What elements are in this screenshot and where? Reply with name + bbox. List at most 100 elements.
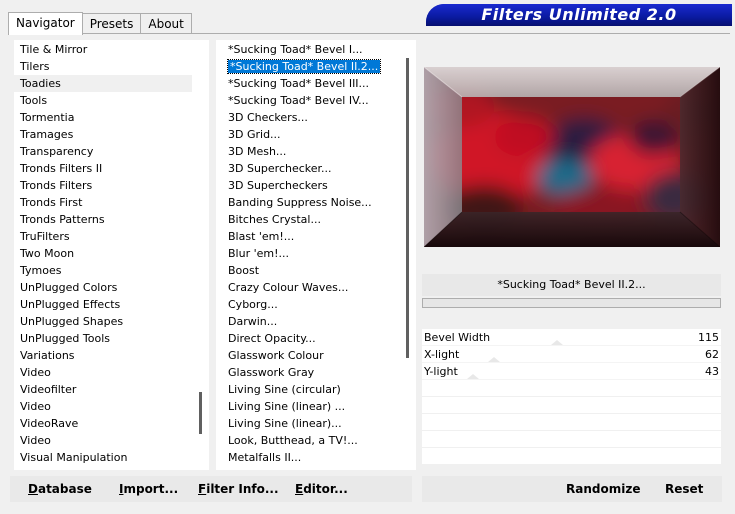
filter-item-label: 3D Superchecker... [228,162,332,175]
category-item[interactable]: Tile & Mirror [14,41,192,58]
category-item[interactable]: Videofilter [14,381,192,398]
category-item[interactable]: UnPlugged Shapes [14,313,192,330]
randomize-button[interactable]: Randomize [566,476,640,502]
filter-item[interactable]: Metalfalls II... [222,449,399,466]
category-item[interactable]: Tymoes [14,262,192,279]
filter-scrollbar[interactable] [399,40,416,470]
filter-scroll-thumb[interactable] [406,58,409,358]
param-slider-mark[interactable] [550,340,563,345]
param-slider-mark[interactable] [466,374,479,379]
filter-item-label: Glasswork Colour [228,349,324,362]
filter-item-label: Glasswork Gray [228,366,315,379]
param-value: 62 [705,348,719,361]
filter-item[interactable]: *Sucking Toad* Bevel II.2... [222,58,399,75]
filter-item[interactable]: Living Sine (linear)... [222,415,399,432]
category-scroll-thumb[interactable] [199,392,202,434]
param-row-empty [422,448,721,465]
database-label: atabase [37,482,92,496]
category-item[interactable]: Transparency [14,143,192,160]
import-button[interactable]: Import... [119,476,178,502]
category-item[interactable]: Tilers [14,58,192,75]
tab-presets[interactable]: Presets [81,13,142,34]
tab-navigator[interactable]: Navigator [8,12,83,35]
filter-item[interactable]: 3D Checkers... [222,109,399,126]
filter-item[interactable]: *Sucking Toad* Bevel IV... [222,92,399,109]
filter-item-label: 3D Supercheckers [228,179,328,192]
title-banner: Filters Unlimited 2.0 [426,4,732,26]
filter-item[interactable]: Glasswork Colour [222,347,399,364]
filter-item-label: Blast 'em!... [228,230,295,243]
filter-item[interactable]: Living Sine (circular) [222,381,399,398]
param-row[interactable]: Y-light 43 [422,363,721,380]
category-item[interactable]: Tronds Filters [14,177,192,194]
filter-item-label: 3D Grid... [228,128,281,141]
editor-accel: E [295,482,304,496]
category-item[interactable]: Tronds First [14,194,192,211]
filter-item[interactable]: Direct Opacity... [222,330,399,347]
category-item[interactable]: Tronds Patterns [14,211,192,228]
editor-button[interactable]: Editor... [295,476,348,502]
filter-item-label: *Sucking Toad* Bevel III... [228,77,370,90]
category-item[interactable]: UnPlugged Tools [14,330,192,347]
param-row-empty [422,397,721,414]
filter-item-label: Boost [228,264,260,277]
progress-bar [422,298,721,308]
category-item[interactable]: Tormentia [14,109,192,126]
filter-item[interactable]: Darwin... [222,313,399,330]
category-item[interactable]: Tramages [14,126,192,143]
category-item[interactable]: Tronds Filters II [14,160,192,177]
category-item[interactable]: UnPlugged Colors [14,279,192,296]
category-item[interactable]: Tools [14,92,192,109]
category-item[interactable]: Variations [14,347,192,364]
filter-info-label: ilter Info... [206,482,279,496]
filter-item[interactable]: 3D Supercheckers [222,177,399,194]
category-item[interactable]: TruFilters [14,228,192,245]
filter-item[interactable]: Bitches Crystal... [222,211,399,228]
category-item[interactable]: Two Moon [14,245,192,262]
category-scrollbar[interactable] [192,40,209,470]
filter-item[interactable]: Living Sine (linear) ... [222,398,399,415]
category-item[interactable]: Toadies [14,75,192,92]
category-item[interactable]: VideoRave [14,415,192,432]
category-item[interactable]: Video [14,398,192,415]
filter-item[interactable]: Crazy Colour Waves... [222,279,399,296]
param-row[interactable]: Bevel Width 115 [422,329,721,346]
category-item[interactable]: Video [14,432,192,449]
filter-item-label: Living Sine (linear) ... [228,400,346,413]
category-item[interactable]: Visual Manipulation [14,449,192,466]
filter-item[interactable]: Blur 'em!... [222,245,399,262]
param-slider-mark[interactable] [487,357,500,362]
filter-preview-image [424,67,720,247]
database-button[interactable]: Database [28,476,92,502]
filter-item[interactable]: Glasswork Gray [222,364,399,381]
reset-button[interactable]: Reset [665,476,703,502]
filter-item[interactable]: Banding Suppress Noise... [222,194,399,211]
filter-item[interactable]: Look, Butthead, a TV!... [222,432,399,449]
filter-item-label: Darwin... [228,315,278,328]
category-item[interactable]: Video [14,364,192,381]
filter-item[interactable]: 3D Superchecker... [222,160,399,177]
database-accel: D [28,482,38,496]
filter-item[interactable]: *Sucking Toad* Bevel I... [222,41,399,58]
tab-divider [8,33,730,34]
import-label: mport... [123,482,179,496]
filter-item-label: 3D Checkers... [228,111,308,124]
param-row[interactable]: X-light 62 [422,346,721,363]
filter-item[interactable]: Boost [222,262,399,279]
filter-item[interactable]: 3D Grid... [222,126,399,143]
filter-item[interactable]: 3D Mesh... [222,143,399,160]
tab-about[interactable]: About [140,13,192,34]
filter-item-label: 3D Mesh... [228,145,287,158]
category-list: Tile & Mirror Tilers Toadies Tools Tormentia… [14,41,192,466]
param-value: 43 [705,365,719,378]
param-name: Y-light [424,365,458,378]
filter-item[interactable]: Cyborg... [222,296,399,313]
filter-item-label: Living Sine (linear)... [228,417,342,430]
filter-item[interactable]: *Sucking Toad* Bevel III... [222,75,399,92]
param-name: Bevel Width [424,331,491,344]
filter-item[interactable]: Blast 'em!... [222,228,399,245]
category-item[interactable]: UnPlugged Effects [14,296,192,313]
preview-graphic [424,67,720,247]
filter-info-button[interactable]: Filter Info... [198,476,279,502]
left-button-bar: Database Import... Filter Info... Editor… [10,476,412,502]
